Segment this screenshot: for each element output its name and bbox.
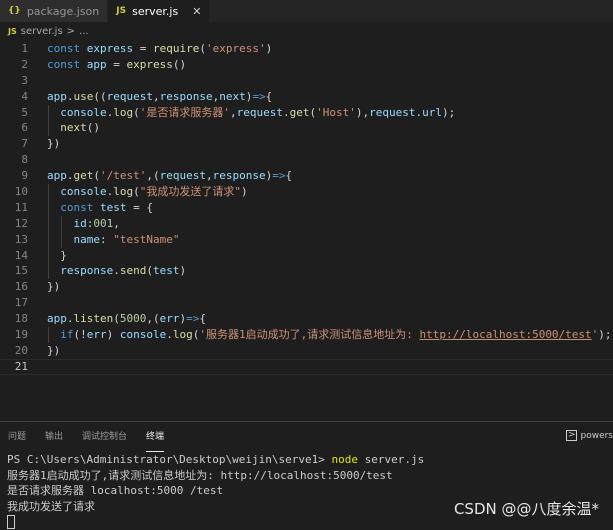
tab-problems[interactable]: 问题 [8,422,26,452]
breadcrumb-file[interactable]: server.js [21,26,63,37]
tab-output[interactable]: 输出 [45,422,63,452]
breadcrumb: JS server.js > ... [0,22,613,40]
code-line: 13 name: "testName" [14,231,180,248]
code-line: 17 [14,296,28,310]
terminal-cursor [7,515,15,529]
terminal-icon: > [565,430,578,441]
tab-label: package.json [26,4,100,18]
code-line: 7}) [21,137,61,151]
watermark: CSDN @@八度余温* [453,500,599,518]
code-line-current: 21 [0,359,613,375]
code-line: 16}) [14,280,61,294]
code-line: 8 [21,153,28,167]
code-line: 19 if(!err) console.log('服务器1启动成功了,请求测试信… [14,327,612,343]
code-line: 18 app.listen(5000,(err)=>{ [14,312,206,326]
code-line: 5 console.log('是否请求服务器',request.get('Hos… [21,104,456,121]
tab-package-json[interactable]: {} package.json [0,0,109,22]
code-line: 3 [21,73,28,87]
close-icon[interactable]: ✕ [192,5,201,18]
tab-debug-console[interactable]: 调试控制台 [82,422,127,452]
code-editor[interactable]: 1 const express = require('express') 2 con… [0,41,613,421]
code-line: 6 next() [21,120,100,137]
bottom-panel: 问题 输出 调试控制台 终端 > powers PS C:\Users\Admi… [0,421,613,529]
tab-terminal[interactable]: 终端 [146,422,165,452]
code-line: 14 } [14,247,67,264]
breadcrumb-symbol[interactable]: ... [79,26,89,37]
js-file-icon: JS [8,26,17,36]
breadcrumb-separator: > [66,25,76,37]
code-line: 1 const express = require('express') [21,42,273,55]
json-file-icon: {} [8,6,21,16]
code-line: 11 const test = { [14,199,153,216]
code-line: 20}) [14,343,61,357]
tab-server-js[interactable]: JS server.js ✕ [108,0,211,22]
code-line: 4 app.use((request,response,next)=>{ [21,89,273,103]
tab-label: server.js [132,4,179,18]
code-line: 15 response.send(test) [14,263,187,280]
editor-tab-bar: {} package.json JS server.js ✕ [0,0,613,22]
code-line: 12 id:001, [14,215,120,232]
code-line: 10 console.log("我成功发送了请求") [14,184,248,200]
js-file-icon: JS [116,6,127,16]
terminal-line: 是否请求服务器 localhost:5000 /test [7,484,224,497]
terminal-selector-label: powers [580,430,613,441]
code-line: 2 const app = express() [21,57,187,71]
panel-tabs: 问题 输出 调试控制台 终端 > powers [0,422,613,452]
terminal-line: 服务器1启动成功了,请求测试信息地址为: http://localhost:50… [7,468,393,482]
code-line: 9 app.get('/test',(request,response)=>{ [21,169,293,183]
terminal-line: PS C:\Users\Administrator\Desktop\weijin… [7,453,425,466]
terminal-selector[interactable]: > powers [565,430,613,441]
